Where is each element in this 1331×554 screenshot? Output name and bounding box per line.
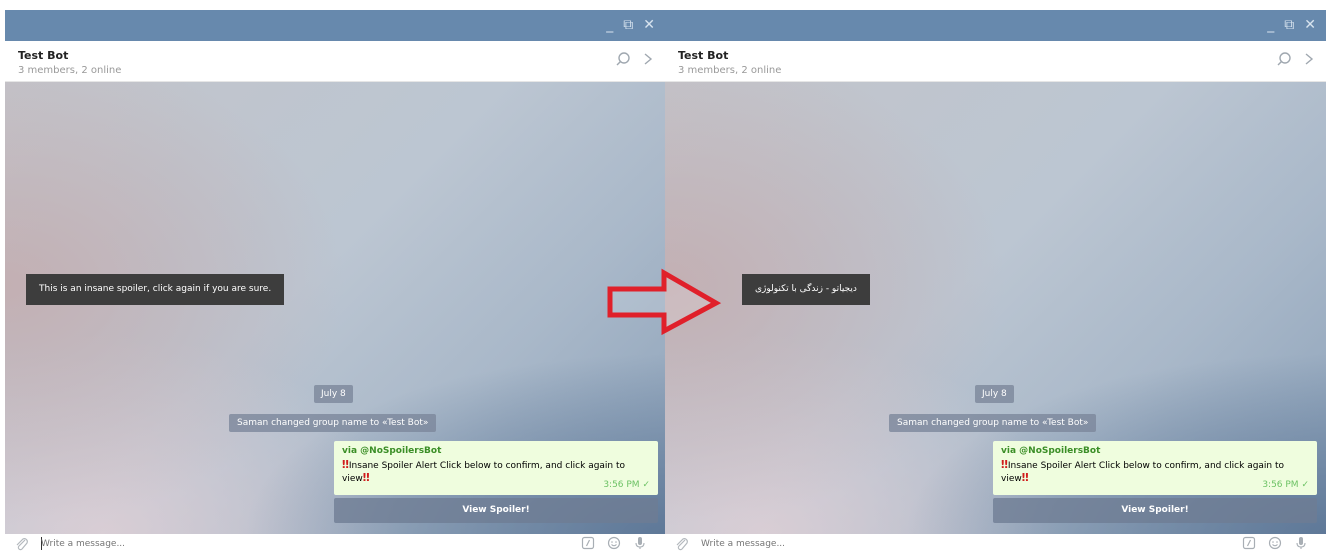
close-button[interactable]: ✕ — [643, 16, 655, 34]
message-body: Insane Spoiler Alert Click below to conf… — [342, 461, 626, 484]
time-label: 3:56 PM — [1262, 480, 1299, 490]
spoiler-tooltip: This is an insane spoiler, click again i… — [26, 274, 285, 305]
search-icon[interactable] — [615, 51, 631, 67]
via-bot-link[interactable]: via @NoSpoilersBot — [1001, 446, 1309, 456]
bot-command-icon[interactable] — [581, 536, 595, 550]
bot-command-icon[interactable] — [1242, 536, 1256, 550]
service-message: Saman changed group name to «Test Bot» — [229, 414, 437, 432]
compose-bar — [665, 534, 1326, 554]
double-exclamation-icon: ‼ — [1001, 458, 1008, 471]
chat-subtitle: 3 members, 2 online — [678, 65, 782, 76]
paperclip-icon[interactable] — [675, 537, 689, 551]
paperclip-icon[interactable] — [15, 537, 29, 551]
message-bubble[interactable]: via @NoSpoilersBot ‼Insane Spoiler Alert… — [993, 441, 1317, 495]
telegram-window-left: _ ⧉ ✕ Test Bot 3 members, 2 online This … — [0, 0, 665, 554]
read-check-icon: ✓ — [1301, 480, 1309, 490]
date-separator: July 8 — [975, 385, 1014, 403]
service-message: Saman changed group name to «Test Bot» — [889, 414, 1097, 432]
microphone-icon[interactable] — [1294, 536, 1308, 550]
chat-subtitle: 3 members, 2 online — [18, 65, 122, 76]
message-input[interactable] — [701, 539, 1001, 549]
chat-area[interactable]: دیجیاتو - زندگی با تکنولوژی July 8 Saman… — [665, 82, 1326, 534]
double-exclamation-icon: ‼ — [362, 471, 370, 484]
message-time: 3:56 PM ✓ — [603, 480, 650, 490]
minimize-button[interactable]: _ — [1267, 16, 1274, 34]
chat-area[interactable]: This is an insane spoiler, click again i… — [5, 82, 665, 534]
view-spoiler-button[interactable]: View Spoiler! — [334, 498, 658, 523]
double-exclamation-icon: ‼ — [342, 458, 349, 471]
time-label: 3:56 PM — [603, 480, 640, 490]
message-body: Insane Spoiler Alert Click below to conf… — [1001, 461, 1285, 484]
read-check-icon: ✓ — [642, 480, 650, 490]
search-icon[interactable] — [1276, 51, 1292, 67]
chat-header[interactable]: Test Bot 3 members, 2 online — [5, 41, 665, 82]
minimize-button[interactable]: _ — [606, 16, 613, 34]
spoiler-tooltip: دیجیاتو - زندگی با تکنولوژی — [742, 274, 870, 305]
chevron-right-icon[interactable] — [641, 51, 655, 67]
telegram-window-right: _ ⧉ ✕ Test Bot 3 members, 2 online دیجیا… — [665, 0, 1331, 554]
window-titlebar: _ ⧉ ✕ — [5, 10, 665, 41]
compose-bar — [5, 534, 665, 554]
view-spoiler-button[interactable]: View Spoiler! — [993, 498, 1317, 523]
red-arrow-icon — [607, 268, 722, 336]
message-time: 3:56 PM ✓ — [1262, 480, 1309, 490]
chat-title[interactable]: Test Bot — [18, 49, 68, 62]
message-input[interactable] — [41, 539, 341, 549]
emoji-icon[interactable] — [1268, 536, 1282, 550]
window-titlebar: _ ⧉ ✕ — [665, 10, 1326, 41]
via-bot-link[interactable]: via @NoSpoilersBot — [342, 446, 650, 456]
emoji-icon[interactable] — [607, 536, 621, 550]
chat-header[interactable]: Test Bot 3 members, 2 online — [665, 41, 1326, 82]
microphone-icon[interactable] — [633, 536, 647, 550]
restore-button[interactable]: ⧉ — [623, 16, 633, 34]
chevron-right-icon[interactable] — [1302, 51, 1316, 67]
date-separator: July 8 — [314, 385, 353, 403]
double-exclamation-icon: ‼ — [1021, 471, 1029, 484]
message-bubble[interactable]: via @NoSpoilersBot ‼Insane Spoiler Alert… — [334, 441, 658, 495]
close-button[interactable]: ✕ — [1304, 16, 1316, 34]
chat-title[interactable]: Test Bot — [678, 49, 728, 62]
restore-button[interactable]: ⧉ — [1284, 16, 1294, 34]
